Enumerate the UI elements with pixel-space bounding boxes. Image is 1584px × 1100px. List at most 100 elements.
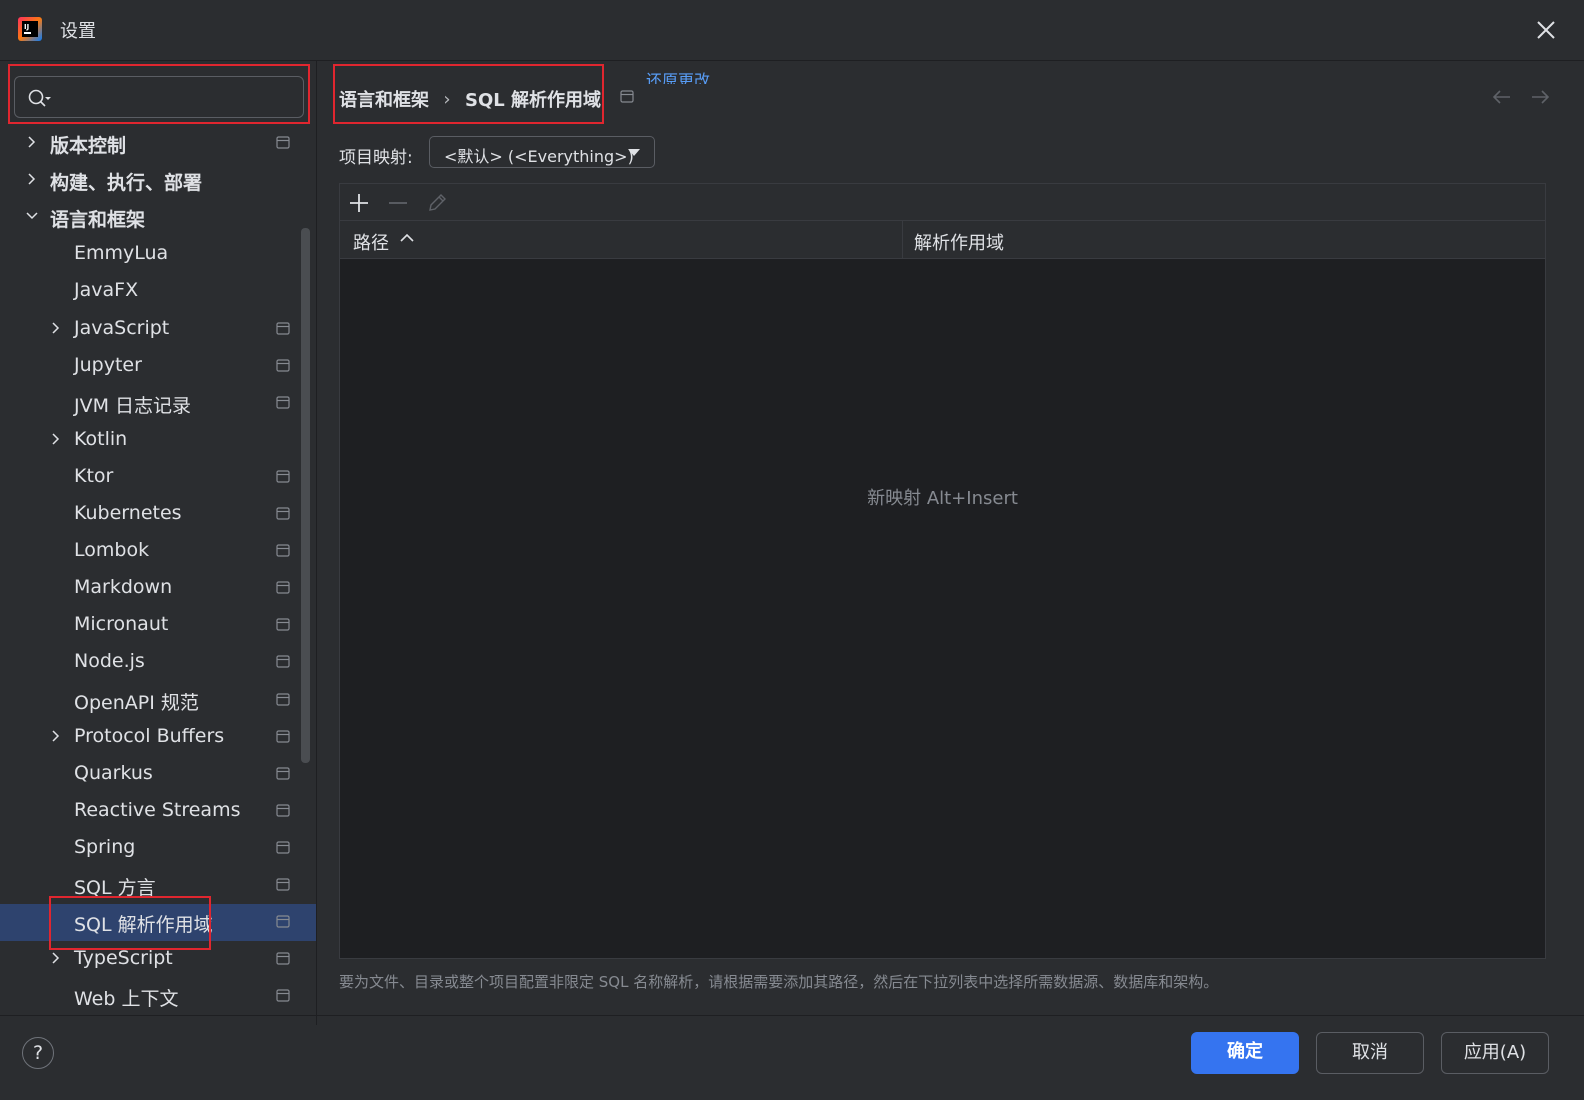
sidebar-item[interactable]: Reactive Streams bbox=[0, 793, 316, 830]
reset-changes-link[interactable]: 还原更改 bbox=[646, 68, 710, 84]
project-level-icon bbox=[276, 878, 290, 891]
sidebar-item-label: Lombok bbox=[74, 539, 150, 562]
project-mapping-label: 项目映射: bbox=[339, 148, 413, 168]
cancel-button[interactable]: 取消 bbox=[1316, 1032, 1424, 1074]
project-level-icon bbox=[276, 358, 290, 372]
sidebar-item[interactable]: Lombok bbox=[0, 533, 316, 570]
svg-text:IJ: IJ bbox=[24, 23, 29, 31]
project-level-icon bbox=[276, 692, 290, 706]
project-level-icon bbox=[276, 952, 290, 965]
window-title: 设置 bbox=[60, 21, 96, 42]
table-empty-text: 新映射 Alt+Insert bbox=[867, 488, 1018, 509]
sidebar-item-label: Kubernetes bbox=[74, 502, 182, 524]
column-header-path[interactable]: 路径 bbox=[353, 229, 389, 255]
sidebar-item-label: 语言和框架 bbox=[50, 209, 146, 232]
sidebar-item[interactable]: 语言和框架 bbox=[0, 199, 316, 236]
project-level-icon bbox=[276, 581, 290, 594]
sidebar-item[interactable]: 构建、执行、部署 bbox=[0, 162, 316, 199]
sidebar-item[interactable]: JVM 日志记录 bbox=[0, 385, 316, 422]
sidebar-item-label: OpenAPI 规范 bbox=[74, 691, 199, 714]
chevron-right-icon[interactable] bbox=[48, 320, 64, 336]
sidebar-item-label: JavaFX bbox=[74, 279, 139, 302]
sidebar-item-label: Spring bbox=[74, 835, 136, 858]
column-header-scope-label: 解析作用域 bbox=[914, 233, 1004, 254]
sidebar-item-label: TypeScript bbox=[74, 947, 173, 970]
sidebar-item[interactable]: Node.js bbox=[0, 644, 316, 681]
arrow-left-icon[interactable] bbox=[1490, 87, 1514, 107]
sidebar-item-label: 版本控制 bbox=[50, 135, 127, 157]
chevron-right-icon[interactable] bbox=[24, 171, 40, 187]
sidebar-item-label: Ktor bbox=[74, 464, 114, 487]
sidebar-item[interactable]: EmmyLua bbox=[0, 236, 316, 273]
sidebar-scrollbar[interactable] bbox=[301, 228, 310, 763]
sidebar-item-label: EmmyLua bbox=[74, 242, 169, 265]
selected-item-highlight-box bbox=[49, 896, 211, 950]
sidebar-item[interactable]: Kotlin bbox=[0, 422, 316, 459]
project-level-icon bbox=[276, 618, 290, 631]
project-level-icon bbox=[276, 989, 290, 1002]
sidebar-divider bbox=[316, 61, 317, 1025]
column-header-path-label: 路径 bbox=[353, 233, 389, 254]
sidebar-item[interactable]: Markdown bbox=[0, 570, 316, 607]
sidebar-item[interactable]: Protocol Buffers bbox=[0, 719, 316, 756]
table-header: 路径 解析作用域 bbox=[340, 221, 1545, 259]
sidebar-item-label: Protocol Buffers bbox=[74, 724, 225, 747]
project-level-icon bbox=[276, 915, 290, 928]
sidebar-item-label: JavaScript bbox=[74, 316, 170, 339]
sidebar-item-label: 构建、执行、部署 bbox=[50, 172, 203, 195]
sidebar-item-label: Web 上下文 bbox=[74, 988, 179, 1011]
project-level-icon bbox=[276, 136, 290, 149]
table-toolbar bbox=[340, 184, 1545, 221]
chevron-right-icon[interactable] bbox=[48, 431, 64, 447]
chevron-down-icon[interactable] bbox=[24, 208, 40, 224]
sidebar-item-label: Micronaut bbox=[74, 613, 169, 636]
help-hint-text: 要为文件、目录或整个项目配置非限定 SQL 名称解析，请根据需要添加其路径，然后… bbox=[339, 973, 1219, 991]
sidebar-item[interactable]: Micronaut bbox=[0, 607, 316, 644]
chevron-right-icon[interactable] bbox=[48, 728, 64, 744]
sidebar-item-label: Reactive Streams bbox=[74, 798, 241, 821]
apply-button[interactable]: 应用(A) bbox=[1441, 1032, 1549, 1074]
scope-mapping-table: 路径 解析作用域 新映射 Alt+Insert bbox=[339, 183, 1546, 959]
edit-icon[interactable] bbox=[426, 192, 448, 214]
ok-button[interactable]: 确定 bbox=[1191, 1032, 1299, 1074]
column-separator[interactable] bbox=[902, 221, 903, 258]
project-level-icon bbox=[276, 767, 290, 780]
breadcrumb-highlight-box bbox=[333, 64, 604, 124]
help-button[interactable]: ? bbox=[22, 1037, 54, 1069]
project-level-icon bbox=[276, 729, 290, 743]
sidebar-item-label: Markdown bbox=[74, 576, 173, 599]
project-level-icon bbox=[276, 841, 290, 854]
sidebar-item[interactable]: OpenAPI 规范 bbox=[0, 682, 316, 719]
sidebar-item[interactable]: Web 上下文 bbox=[0, 978, 316, 1015]
footer-divider bbox=[0, 1015, 1584, 1016]
project-mapping-dropdown[interactable]: <默认> (<Everything>) bbox=[429, 136, 655, 168]
sidebar-item[interactable]: 版本控制 bbox=[0, 125, 316, 162]
project-level-icon bbox=[276, 396, 290, 409]
sidebar-item-label: Kotlin bbox=[74, 427, 128, 450]
sidebar-item[interactable]: Ktor bbox=[0, 459, 316, 496]
settings-sidebar: 版本控制构建、执行、部署 语言和框架 EmmyLua JavaFX JavaScript… bbox=[0, 61, 316, 1025]
project-level-icon bbox=[276, 655, 290, 668]
sidebar-item[interactable]: Jupyter bbox=[0, 348, 316, 385]
project-level-icon bbox=[276, 321, 290, 335]
sidebar-item[interactable]: Kubernetes bbox=[0, 496, 316, 533]
close-icon[interactable] bbox=[1530, 14, 1562, 46]
project-level-icon bbox=[276, 804, 290, 817]
sidebar-item[interactable]: JavaScript bbox=[0, 311, 316, 348]
chevron-down-icon bbox=[628, 149, 640, 156]
add-icon[interactable] bbox=[348, 192, 370, 214]
chevron-right-icon[interactable] bbox=[24, 134, 40, 150]
project-level-icon bbox=[276, 470, 290, 483]
arrow-right-icon[interactable] bbox=[1528, 87, 1552, 107]
chevron-right-icon[interactable] bbox=[48, 950, 64, 966]
sidebar-item-label: Jupyter bbox=[74, 353, 142, 376]
sidebar-item[interactable]: JavaFX bbox=[0, 273, 316, 310]
column-header-scope[interactable]: 解析作用域 bbox=[914, 229, 1004, 255]
remove-icon[interactable] bbox=[387, 192, 409, 214]
project-mapping-value: <默认> (<Everything>) bbox=[444, 147, 634, 166]
sort-ascending-icon bbox=[400, 233, 414, 242]
sidebar-item-label: JVM 日志记录 bbox=[74, 394, 192, 417]
project-level-icon bbox=[276, 507, 290, 520]
sidebar-item[interactable]: Spring bbox=[0, 830, 316, 867]
sidebar-item[interactable]: Quarkus bbox=[0, 756, 316, 793]
